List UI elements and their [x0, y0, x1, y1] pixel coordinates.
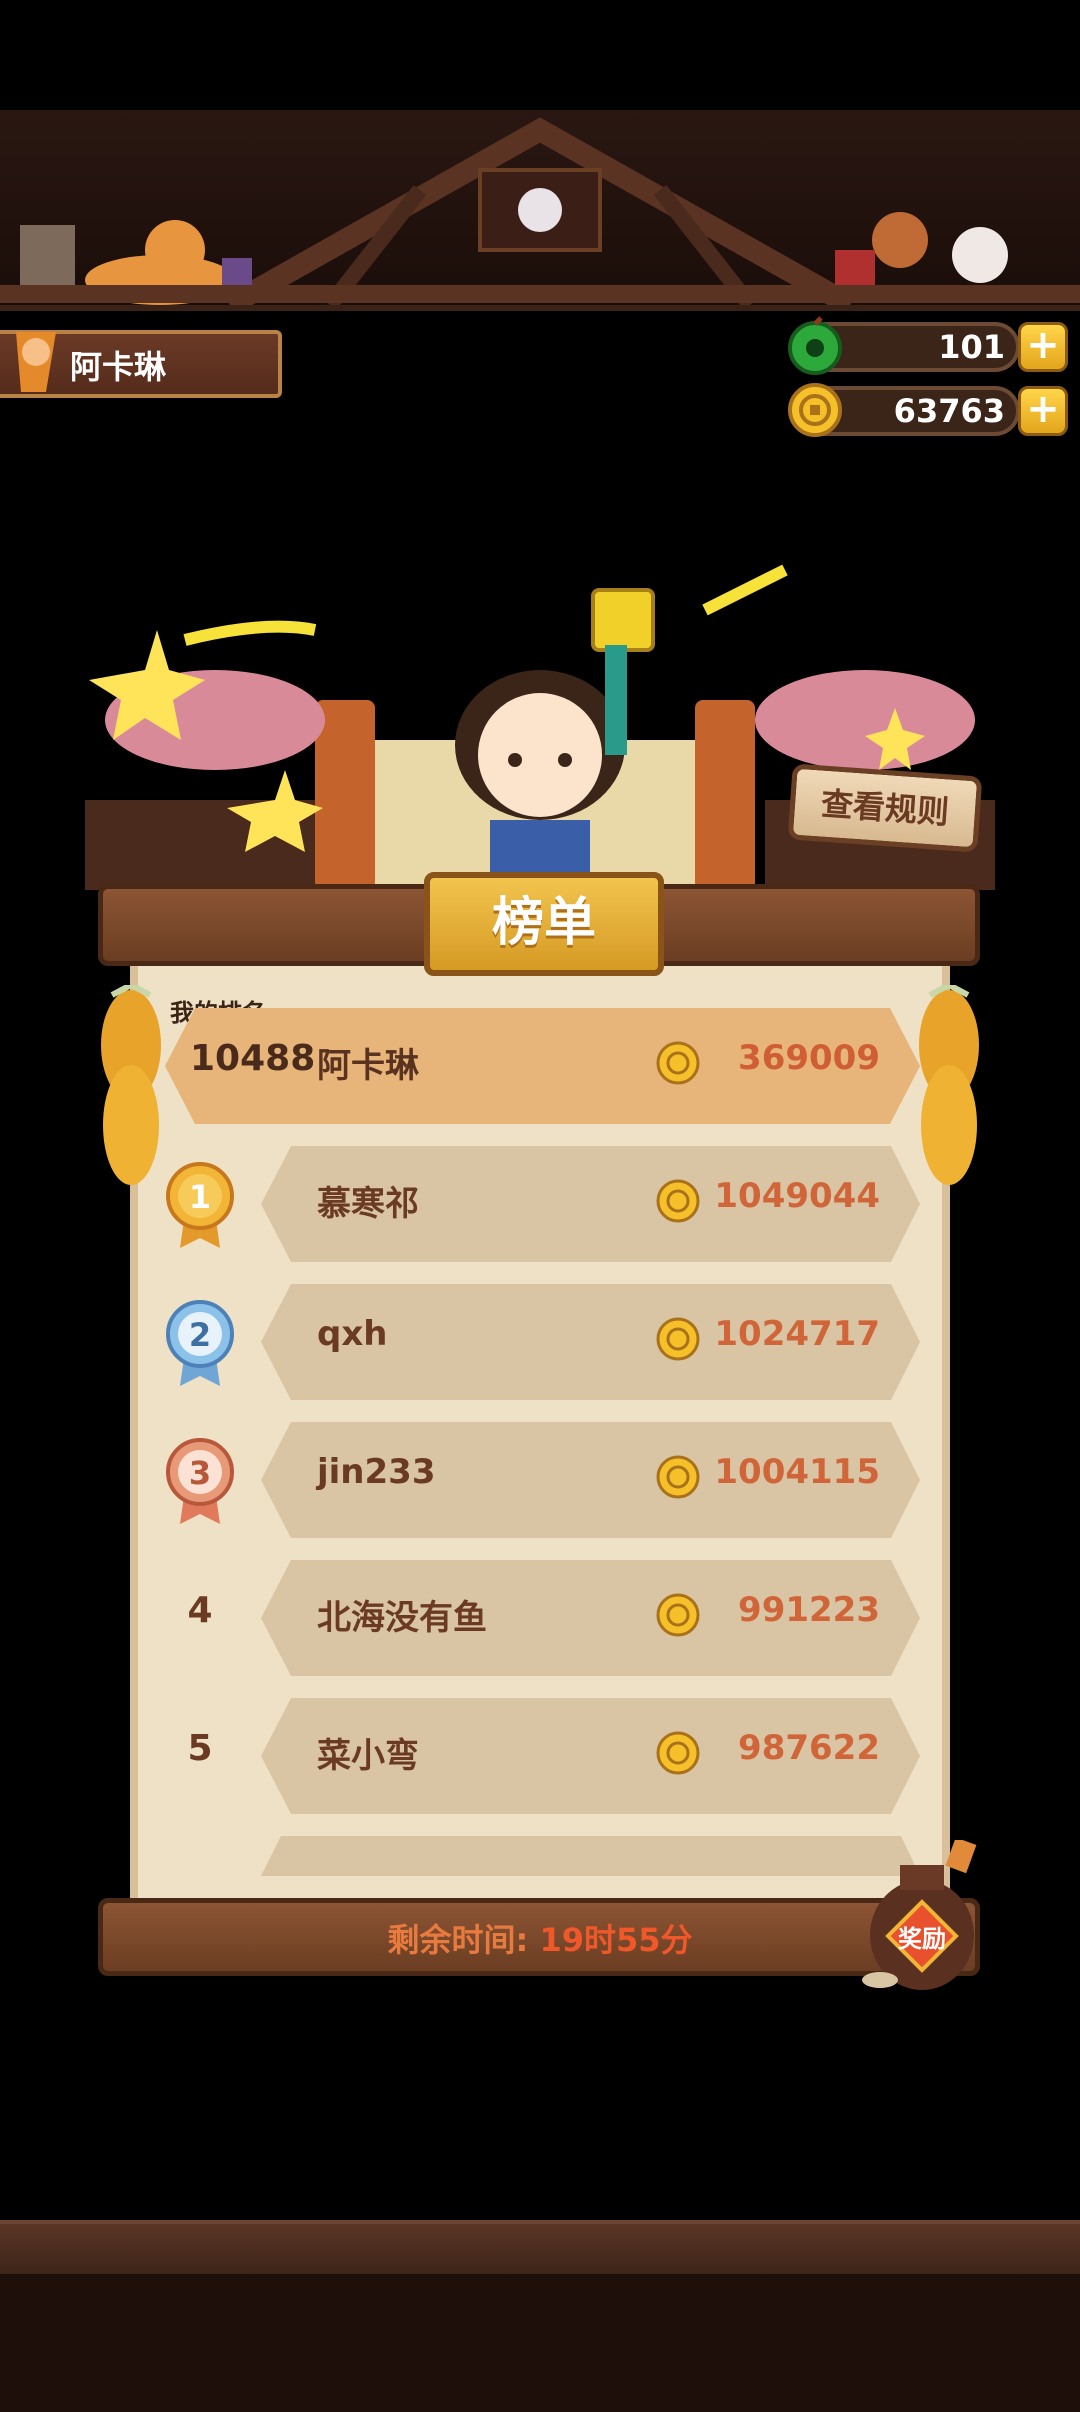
- reward-button[interactable]: 奖励: [885, 1919, 959, 1954]
- coin-icon: [656, 1731, 700, 1775]
- rank-number: 5: [187, 1728, 213, 1769]
- coin-icon: [656, 1593, 700, 1637]
- floor-shadow: [0, 2274, 1080, 2412]
- my-rank-row: 10488 阿卡琳 369009: [165, 1008, 920, 1124]
- view-rules-button[interactable]: 查看规则: [787, 763, 983, 853]
- my-rank-number: 10488: [190, 1038, 316, 1079]
- coin-value: 63763: [893, 392, 1005, 430]
- leaderboard-row[interactable]: 1 慕寒祁 1049044: [165, 1146, 920, 1262]
- gem-value: 101: [938, 328, 1005, 366]
- player-avatar-icon: [16, 332, 56, 392]
- coin-icon: [656, 1041, 700, 1085]
- add-coins-button[interactable]: +: [1018, 386, 1068, 436]
- my-rank-score: 369009: [738, 1038, 880, 1078]
- remaining-time: 剩余时间: 19时55分: [300, 1915, 780, 1961]
- coin-icon: [656, 1455, 700, 1499]
- shelf: [0, 285, 1080, 303]
- player-name: 慕寒祁: [317, 1184, 419, 1224]
- remaining-time-value: 19时55分: [539, 1921, 693, 1959]
- roof-beams: [20, 117, 1008, 305]
- leaderboard-row[interactable]: 2 qxh 1024717: [165, 1284, 920, 1400]
- player-score: 991223: [738, 1590, 880, 1630]
- rank-number: 4: [187, 1590, 213, 1631]
- my-rank-name: 阿卡琳: [317, 1046, 419, 1086]
- player-name: qxh: [317, 1314, 388, 1354]
- reward-jar-icon[interactable]: [860, 1840, 980, 1990]
- rank-number: 3: [188, 1454, 212, 1492]
- coin-icon: [656, 1179, 700, 1223]
- leaderboard-row[interactable]: 5 菜小弯 987622: [165, 1698, 920, 1814]
- player-score: 1024717: [714, 1314, 880, 1354]
- leaderboard-row[interactable]: 4 北海没有鱼 991223: [165, 1560, 920, 1676]
- remaining-time-label: 剩余时间:: [387, 1921, 540, 1959]
- player-name: 阿卡琳: [70, 348, 167, 386]
- player-score: 987622: [738, 1728, 880, 1768]
- corn-right-icon: [919, 985, 979, 1185]
- corn-left-icon: [101, 985, 161, 1185]
- leaderboard-row[interactable]: 3 jin233 1004115: [165, 1422, 920, 1538]
- rank-number: 1: [188, 1178, 212, 1216]
- add-gems-button[interactable]: +: [1018, 322, 1068, 372]
- player-score: 1004115: [714, 1452, 880, 1492]
- floor: [0, 2220, 1080, 2278]
- player-name: 北海没有鱼: [317, 1598, 487, 1638]
- player-score: 1049044: [714, 1176, 880, 1216]
- rank-number: 2: [188, 1316, 212, 1354]
- coin-icon: [656, 1317, 700, 1361]
- leaderboard-row-partial: [261, 1836, 920, 1876]
- player-name: 菜小弯: [317, 1736, 419, 1776]
- player-name: jin233: [317, 1452, 436, 1492]
- leaderboard-title: 榜单: [424, 872, 664, 976]
